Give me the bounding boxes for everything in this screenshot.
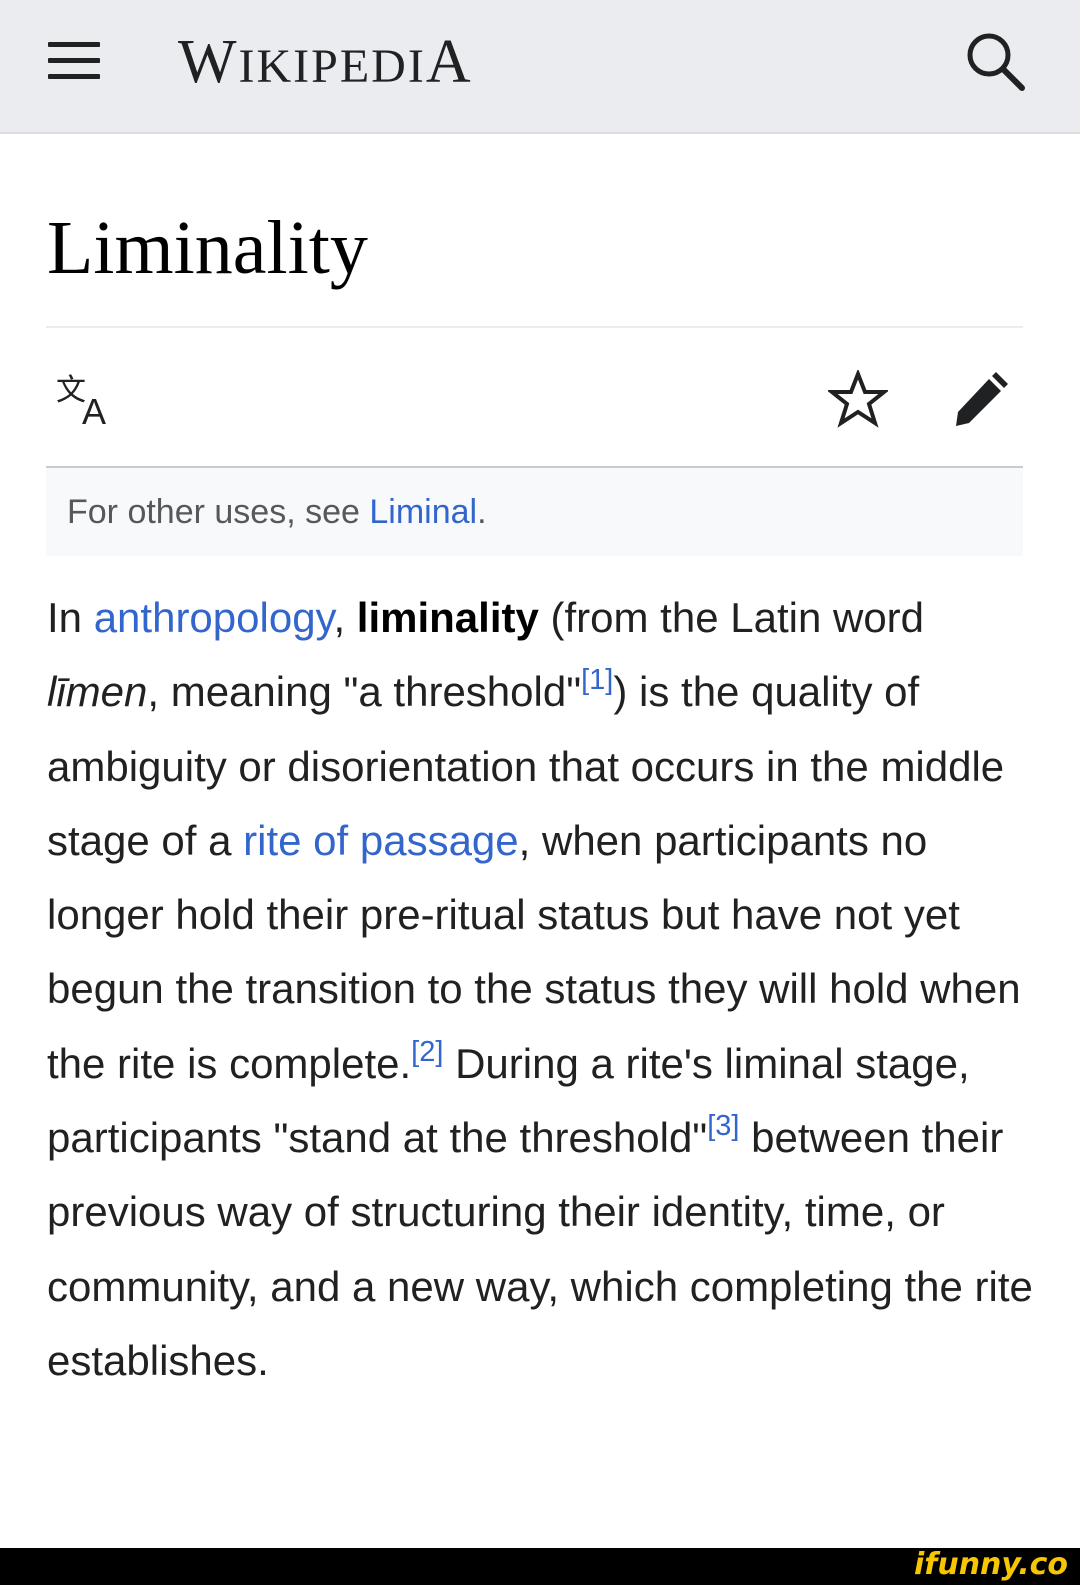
bold-term: liminality	[356, 594, 539, 641]
pencil-icon[interactable]	[952, 368, 1012, 428]
lead-text-3: (from the Latin word	[538, 594, 925, 641]
reference-3[interactable]: [3]	[707, 1110, 739, 1142]
title-divider	[46, 326, 1023, 328]
latin-word: līmen	[47, 668, 148, 716]
wordmark-small-caps: IKIPEDI	[238, 40, 426, 93]
lead-text-1: In	[47, 594, 94, 641]
star-icon[interactable]	[828, 370, 888, 428]
top-header: WIKIPEDIA	[0, 0, 1080, 134]
link-anthropology[interactable]: anthropology	[94, 594, 334, 641]
lead-text-4: , meaning "a threshold"	[147, 668, 582, 716]
lead-text-2: ,	[333, 594, 357, 641]
wikipedia-wordmark[interactable]: WIKIPEDIA	[178, 24, 473, 105]
wordmark-cap-w: W	[178, 28, 239, 96]
link-rite-of-passage[interactable]: rite of passage	[243, 817, 519, 864]
language-icon[interactable]: 文 A	[56, 372, 118, 428]
hatnote-link-liminal[interactable]: Liminal	[369, 493, 477, 531]
hatnote: For other uses, see Liminal.	[46, 468, 1023, 556]
lead-paragraph: In anthropology, liminality (from the La…	[47, 581, 1037, 1398]
hatnote-suffix: .	[477, 493, 487, 531]
ifunny-watermark: ifunny.co	[914, 1547, 1068, 1582]
hatnote-prefix: For other uses, see	[67, 493, 370, 531]
reference-1[interactable]: [1]	[581, 664, 613, 696]
search-icon[interactable]	[962, 28, 1028, 94]
reference-2[interactable]: [2]	[411, 1036, 443, 1068]
svg-text:A: A	[82, 391, 106, 428]
wordmark-cap-a: A	[425, 28, 473, 96]
page-title: Liminality	[47, 206, 368, 290]
hamburger-menu-icon[interactable]	[48, 42, 102, 82]
